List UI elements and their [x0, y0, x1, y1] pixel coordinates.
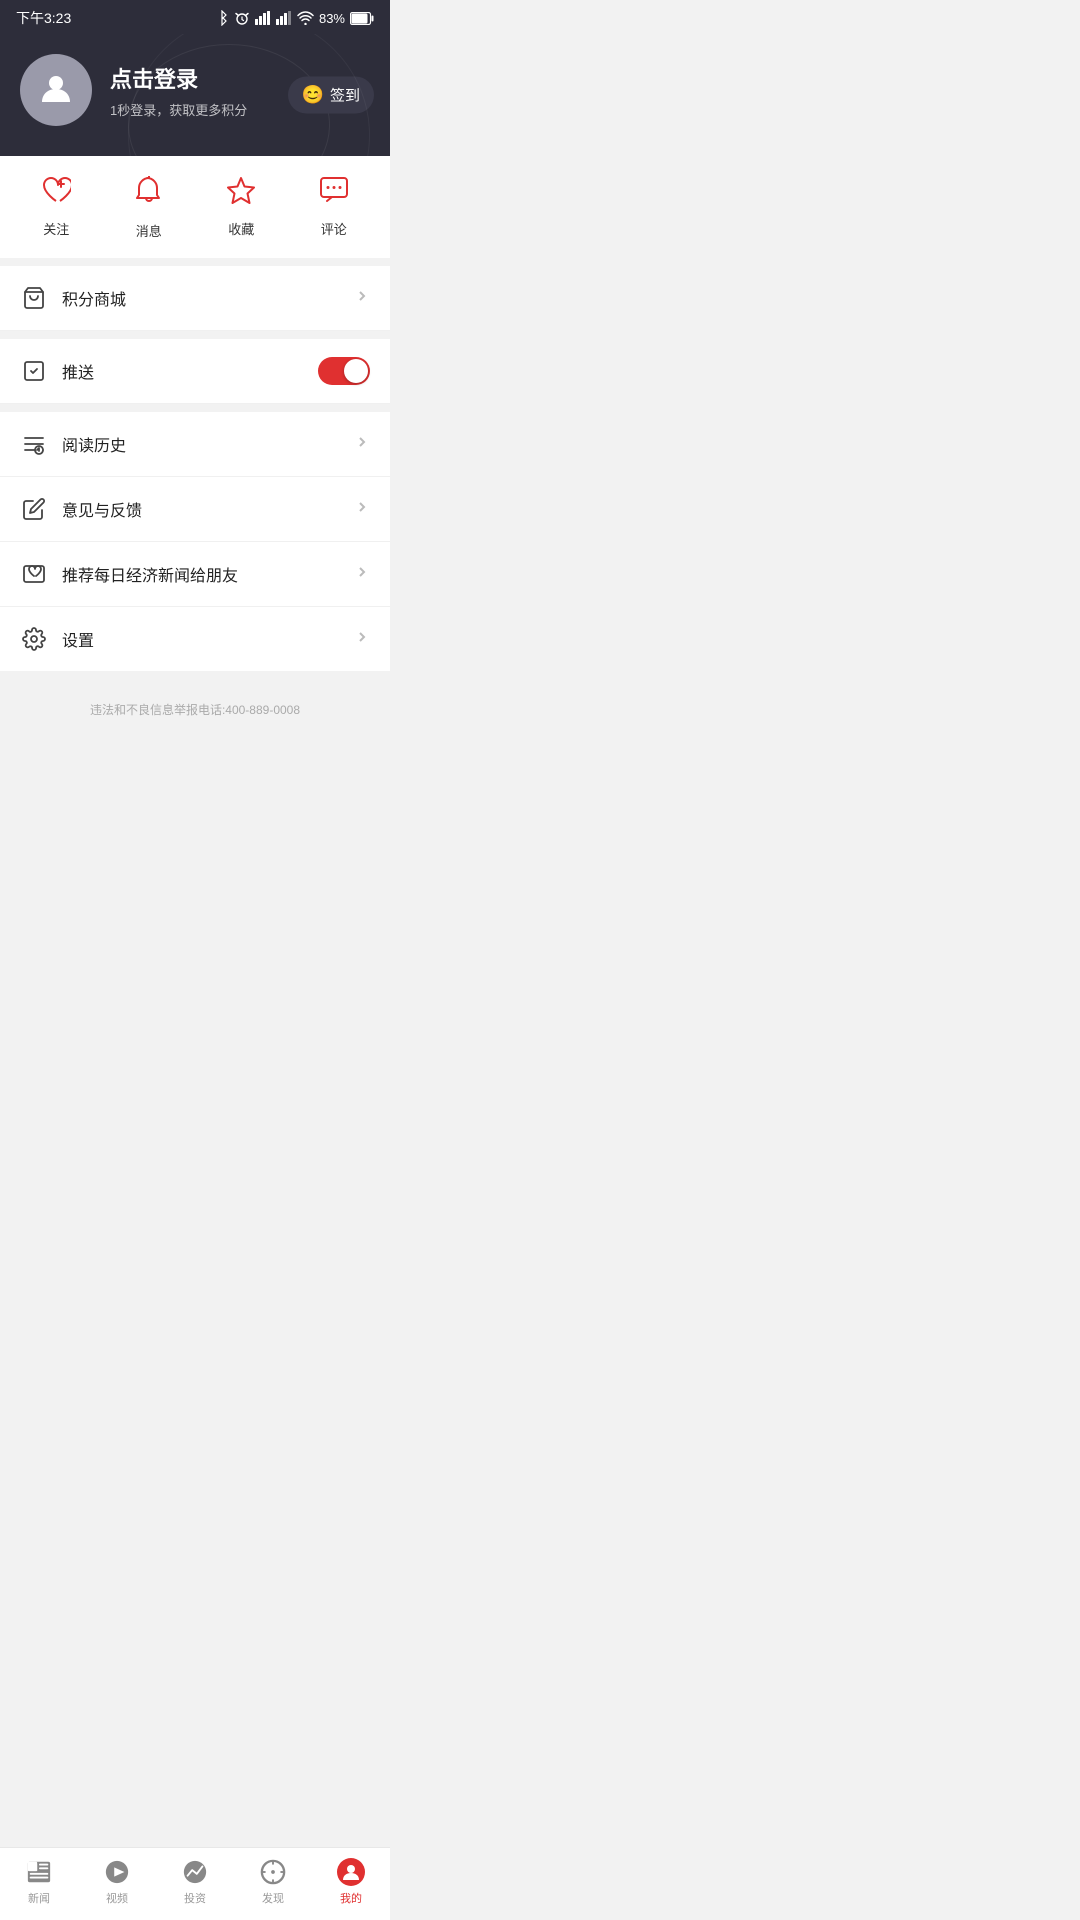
action-message-label: 消息	[136, 221, 162, 240]
action-comment[interactable]: 评论	[288, 176, 381, 240]
checkin-button[interactable]: 😊 签到	[288, 77, 374, 114]
toggle-knob	[344, 359, 368, 383]
action-follow[interactable]: 关注	[10, 176, 103, 240]
nav-discover-label: 发现	[262, 1890, 284, 1906]
chat-icon	[319, 176, 349, 211]
profile-header: 点击登录 1秒登录，获取更多积分 😊 签到	[0, 34, 390, 156]
compass-icon	[259, 1858, 287, 1886]
login-subtitle: 1秒登录，获取更多积分	[110, 100, 370, 119]
nav-mine-label: 我的	[340, 1890, 362, 1906]
nav-video[interactable]: 视频	[78, 1858, 156, 1906]
checkin-label: 签到	[330, 85, 360, 106]
menu-item-shop[interactable]: 积分商城	[0, 266, 390, 331]
settings-icon	[20, 625, 48, 653]
arrow-icon-settings	[354, 629, 370, 650]
profile-info: 点击登录 1秒登录，获取更多积分	[110, 62, 370, 119]
heart-plus-icon	[41, 176, 71, 211]
trend-icon	[181, 1858, 209, 1886]
checkin-emoji-icon: 😊	[302, 85, 324, 106]
history-icon	[20, 430, 48, 458]
main-content: 点击登录 1秒登录，获取更多积分 😊 签到 关注	[0, 34, 390, 808]
action-follow-label: 关注	[43, 219, 69, 238]
avatar-icon	[38, 70, 74, 111]
action-collect[interactable]: 收藏	[195, 176, 288, 240]
arrow-icon-shop	[354, 288, 370, 309]
battery-percent: 83%	[319, 11, 345, 26]
nav-news-label: 新闻	[28, 1890, 50, 1906]
menu-item-push[interactable]: 推送	[0, 339, 390, 404]
status-bar: 下午3:23 83%	[0, 0, 390, 34]
menu-item-settings[interactable]: 设置	[0, 607, 390, 671]
bag-icon	[20, 284, 48, 312]
arrow-icon-recommend	[354, 564, 370, 585]
menu-settings-label: 设置	[62, 627, 354, 651]
share-heart-icon	[20, 560, 48, 588]
bottom-nav: 新闻 视频 投资	[0, 1847, 390, 1920]
divider-2	[0, 404, 390, 412]
menu-shop-label: 积分商城	[62, 286, 354, 310]
arrow-icon-history	[354, 434, 370, 455]
news-icon	[25, 1858, 53, 1886]
menu-recommend-label: 推荐每日经济新闻给朋友	[62, 562, 354, 586]
play-icon	[103, 1858, 131, 1886]
bell-icon	[136, 176, 162, 213]
status-time: 下午3:23	[16, 8, 71, 28]
edit-icon	[20, 495, 48, 523]
login-title[interactable]: 点击登录	[110, 62, 370, 94]
quick-actions: 关注 消息 收藏	[0, 156, 390, 266]
nav-invest[interactable]: 投资	[156, 1858, 234, 1906]
menu-item-feedback[interactable]: 意见与反馈	[0, 477, 390, 542]
status-icons: 83%	[215, 10, 374, 26]
star-icon	[226, 176, 256, 211]
menu-item-history[interactable]: 阅读历史	[0, 412, 390, 477]
person-icon	[337, 1858, 365, 1886]
nav-invest-label: 投资	[184, 1890, 206, 1906]
avatar[interactable]	[20, 54, 92, 126]
action-message[interactable]: 消息	[103, 176, 196, 240]
nav-video-label: 视频	[106, 1890, 128, 1906]
divider-1	[0, 331, 390, 339]
push-toggle[interactable]	[318, 357, 370, 385]
push-icon	[20, 357, 48, 385]
menu-feedback-label: 意见与反馈	[62, 497, 354, 521]
action-collect-label: 收藏	[228, 219, 254, 238]
footer-note: 违法和不良信息举报电话:400-889-0008	[0, 671, 390, 738]
menu-push-label: 推送	[62, 359, 318, 383]
nav-news[interactable]: 新闻	[0, 1858, 78, 1906]
menu-list: 积分商城 推送	[0, 266, 390, 671]
nav-mine[interactable]: 我的	[312, 1858, 390, 1906]
nav-discover[interactable]: 发现	[234, 1858, 312, 1906]
action-comment-label: 评论	[321, 219, 347, 238]
menu-item-recommend[interactable]: 推荐每日经济新闻给朋友	[0, 542, 390, 607]
menu-history-label: 阅读历史	[62, 432, 354, 456]
arrow-icon-feedback	[354, 499, 370, 520]
